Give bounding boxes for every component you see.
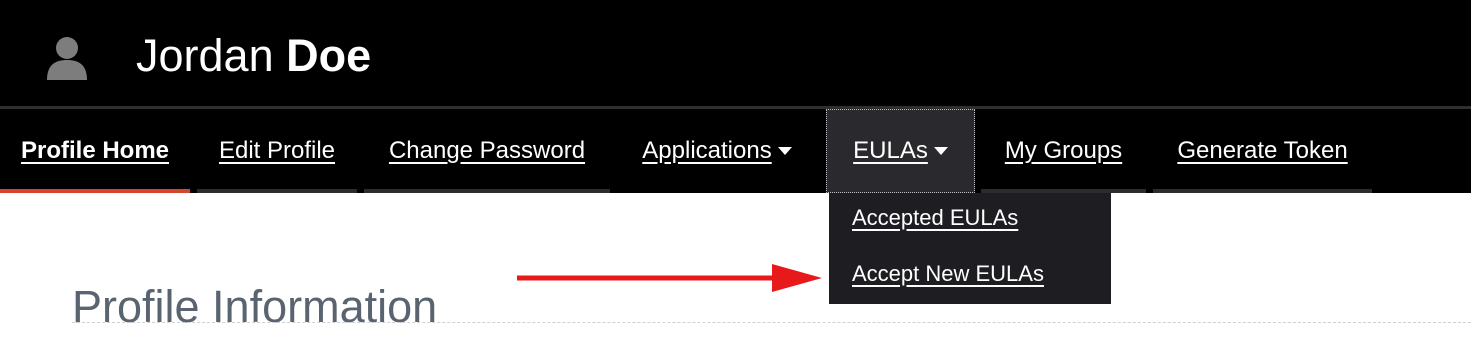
nav-generate-token-label: Generate Token — [1177, 137, 1348, 164]
user-first-name: Jordan — [136, 30, 274, 81]
nav-change-password[interactable]: Change Password — [364, 109, 610, 193]
nav-my-groups-label: My Groups — [1004, 137, 1123, 164]
red-arrow-icon — [517, 264, 822, 292]
nav-generate-token[interactable]: Generate Token — [1153, 109, 1372, 193]
nav-underbar — [1153, 189, 1372, 193]
caret-down-icon — [777, 147, 792, 155]
eulas-dropdown-menu: Accepted EULAs Accept New EULAs — [829, 193, 1111, 304]
nav-edit-profile-label: Edit Profile — [218, 137, 336, 164]
nav-applications-label: Applications — [642, 137, 772, 164]
nav-active-indicator — [0, 189, 190, 193]
nav-profile-home[interactable]: Profile Home — [0, 109, 190, 193]
dropdown-item-accepted-eulas[interactable]: Accepted EULAs — [852, 205, 1018, 231]
user-name: Jordan Doe — [136, 30, 371, 82]
page-title: Profile Information — [72, 281, 438, 333]
nav-my-groups[interactable]: My Groups — [981, 109, 1146, 193]
nav-eulas-label: EULAs — [853, 137, 928, 164]
nav-underbar — [364, 189, 610, 193]
user-last-name: Doe — [286, 30, 372, 81]
nav-change-password-label: Change Password — [388, 137, 586, 164]
nav-profile-home-label: Profile Home — [20, 137, 170, 164]
dropdown-item-accept-new-eulas[interactable]: Accept New EULAs — [852, 261, 1044, 287]
nav-eulas[interactable]: EULAs — [826, 109, 975, 193]
profile-nav: Profile Home Edit Profile Change Passwor… — [0, 109, 1471, 193]
nav-applications[interactable]: Applications — [617, 109, 817, 193]
user-icon — [47, 37, 87, 80]
section-divider — [72, 322, 1471, 323]
caret-down-icon — [933, 147, 948, 155]
nav-underbar — [197, 189, 357, 193]
profile-header: Jordan Doe — [0, 0, 1471, 106]
nav-edit-profile[interactable]: Edit Profile — [197, 109, 357, 193]
